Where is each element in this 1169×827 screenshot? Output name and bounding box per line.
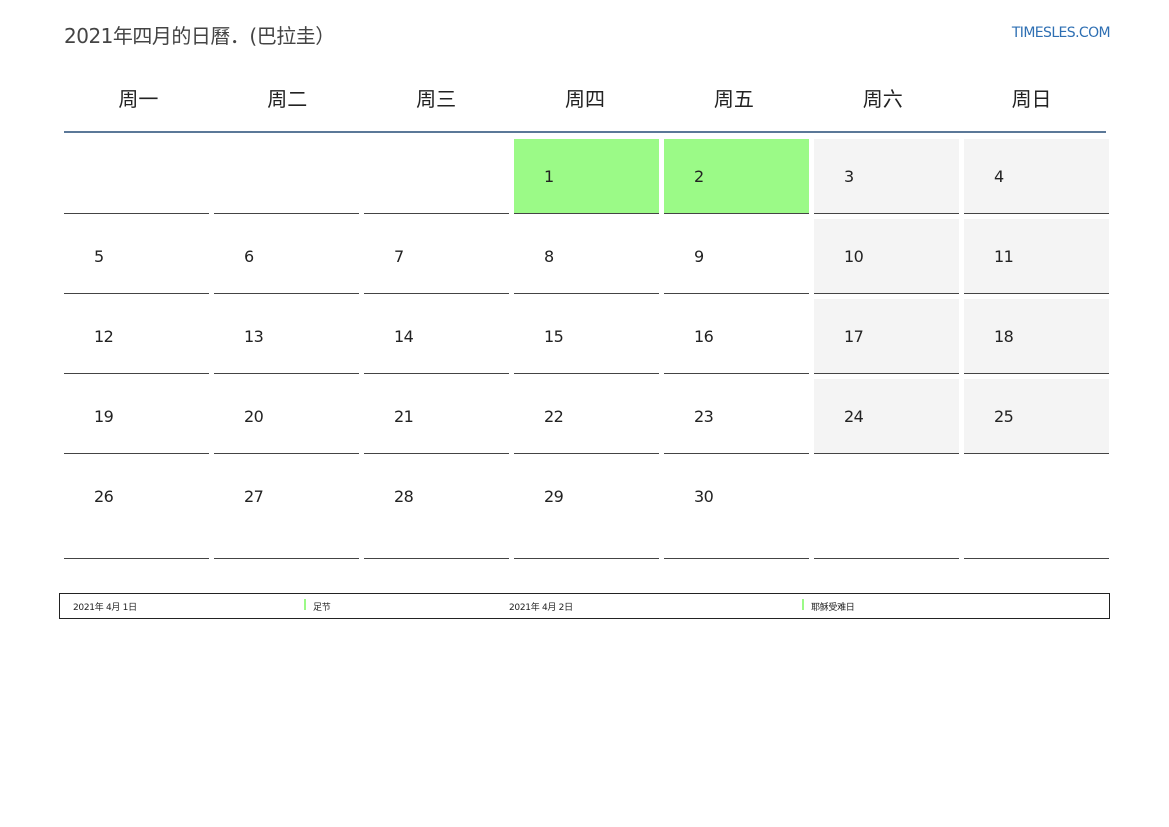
- day-cell-5[interactable]: 5: [64, 219, 209, 294]
- day-cell-18[interactable]: 18: [964, 299, 1109, 374]
- day-number: 28: [394, 487, 414, 506]
- day-number: 30: [694, 487, 714, 506]
- weekday-thu: 周四: [564, 87, 605, 111]
- weekday-fri: 周五: [713, 87, 754, 111]
- day-cell-10[interactable]: 10: [814, 219, 959, 294]
- page-title: 2021年四月的日曆．(巴拉圭）: [64, 24, 335, 48]
- day-cell-empty: [814, 459, 959, 559]
- site-link[interactable]: TIMESLES.COM: [1012, 25, 1111, 41]
- day-cell-2[interactable]: 2: [664, 139, 809, 214]
- holiday-2-date: 2021年 4月 2日: [509, 603, 573, 613]
- day-cell-25[interactable]: 25: [964, 379, 1109, 454]
- day-number: 23: [694, 407, 714, 426]
- holiday-1-name: 足节: [313, 603, 331, 613]
- day-number: 17: [844, 327, 864, 346]
- day-cell-19[interactable]: 19: [64, 379, 209, 454]
- day-cell-11[interactable]: 11: [964, 219, 1109, 294]
- day-cell-12[interactable]: 12: [64, 299, 209, 374]
- day-cell-4[interactable]: 4: [964, 139, 1109, 214]
- day-number: 14: [394, 327, 414, 346]
- day-cell-26[interactable]: 26: [64, 459, 209, 559]
- weekday-mon: 周一: [118, 87, 159, 111]
- holiday-color-marker: [802, 599, 804, 610]
- day-cell-empty: [964, 459, 1109, 559]
- day-cell-29[interactable]: 29: [514, 459, 659, 559]
- day-number: 22: [544, 407, 564, 426]
- day-number: 10: [844, 247, 864, 266]
- day-cell-3[interactable]: 3: [814, 139, 959, 214]
- holiday-2-name: 耶稣受难日: [811, 603, 855, 613]
- day-cell-30[interactable]: 30: [664, 459, 809, 559]
- day-number: 21: [394, 407, 414, 426]
- day-number: 18: [994, 327, 1014, 346]
- day-cell-16[interactable]: 16: [664, 299, 809, 374]
- day-cell-7[interactable]: 7: [364, 219, 509, 294]
- day-number: 1: [544, 167, 554, 186]
- day-number: 20: [244, 407, 264, 426]
- day-number: 26: [94, 487, 114, 506]
- day-number: 12: [94, 327, 114, 346]
- day-cell-empty: [214, 139, 359, 214]
- day-cell-17[interactable]: 17: [814, 299, 959, 374]
- weekday-wed: 周三: [416, 87, 457, 111]
- weekday-sat: 周六: [862, 87, 903, 111]
- day-cell-24[interactable]: 24: [814, 379, 959, 454]
- day-number: 9: [694, 247, 704, 266]
- day-cell-20[interactable]: 20: [214, 379, 359, 454]
- day-cell-23[interactable]: 23: [664, 379, 809, 454]
- day-cell-27[interactable]: 27: [214, 459, 359, 559]
- day-cell-8[interactable]: 8: [514, 219, 659, 294]
- day-number: 27: [244, 487, 264, 506]
- day-cell-13[interactable]: 13: [214, 299, 359, 374]
- day-cell-1[interactable]: 1: [514, 139, 659, 214]
- day-number: 29: [544, 487, 564, 506]
- day-cell-22[interactable]: 22: [514, 379, 659, 454]
- day-cell-21[interactable]: 21: [364, 379, 509, 454]
- day-cell-empty: [364, 139, 509, 214]
- day-number: 15: [544, 327, 564, 346]
- weekday-sun: 周日: [1011, 87, 1052, 111]
- day-cell-14[interactable]: 14: [364, 299, 509, 374]
- day-number: 25: [994, 407, 1014, 426]
- day-cell-15[interactable]: 15: [514, 299, 659, 374]
- day-number: 3: [844, 167, 854, 186]
- weekday-header: 周一 周二 周三 周四 周五 周六 周日: [64, 84, 1106, 133]
- day-cell-6[interactable]: 6: [214, 219, 359, 294]
- day-number: 11: [994, 247, 1014, 266]
- day-number: 19: [94, 407, 114, 426]
- day-cell-9[interactable]: 9: [664, 219, 809, 294]
- holiday-legend: 2021年 4月 1日 足节 2021年 4月 2日 耶稣受难日: [59, 593, 1110, 619]
- day-cell-empty: [64, 139, 209, 214]
- day-number: 2: [694, 167, 704, 186]
- day-number: 6: [244, 247, 254, 266]
- day-number: 24: [844, 407, 864, 426]
- holiday-color-marker: [304, 599, 306, 610]
- weekday-tue: 周二: [267, 87, 308, 111]
- day-cell-28[interactable]: 28: [364, 459, 509, 559]
- day-number: 7: [394, 247, 404, 266]
- day-number: 5: [94, 247, 104, 266]
- day-number: 4: [994, 167, 1004, 186]
- holiday-1-date: 2021年 4月 1日: [73, 603, 137, 613]
- day-number: 8: [544, 247, 554, 266]
- calendar-grid: 1 2 3 4 5 6 7 8 9 10 11 12 13 14 15 16 1…: [64, 139, 1110, 559]
- day-number: 13: [244, 327, 264, 346]
- day-number: 16: [694, 327, 714, 346]
